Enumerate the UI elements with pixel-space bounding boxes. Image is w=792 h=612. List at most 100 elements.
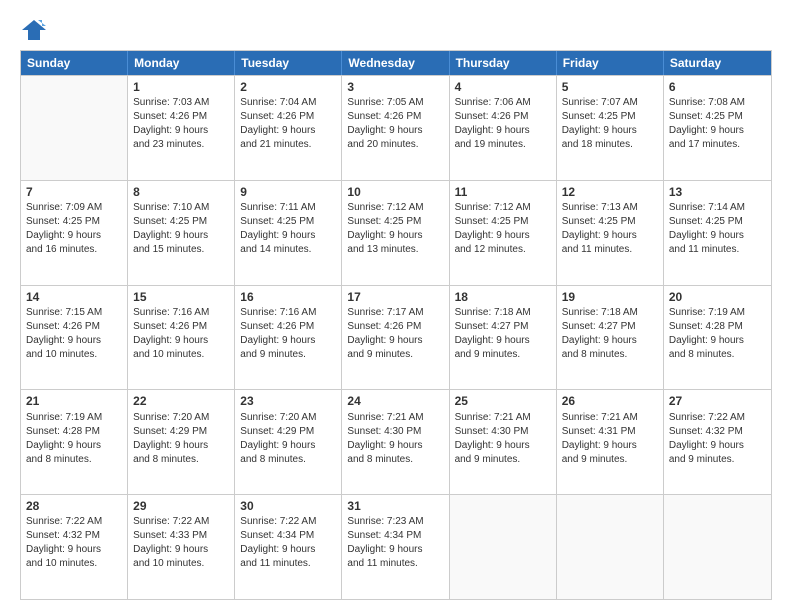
day-info: Sunrise: 7:21 AMSunset: 4:30 PMDaylight:… (347, 411, 443, 467)
day-cell-21: 21Sunrise: 7:19 AMSunset: 4:28 PMDayligh… (21, 390, 128, 494)
day-cell-12: 12Sunrise: 7:13 AMSunset: 4:25 PMDayligh… (557, 181, 664, 285)
day-number: 14 (26, 289, 122, 305)
calendar-header-row: SundayMondayTuesdayWednesdayThursdayFrid… (21, 51, 771, 75)
day-cell-14: 14Sunrise: 7:15 AMSunset: 4:26 PMDayligh… (21, 286, 128, 390)
day-info: Sunrise: 7:15 AMSunset: 4:26 PMDaylight:… (26, 306, 122, 362)
day-cell-29: 29Sunrise: 7:22 AMSunset: 4:33 PMDayligh… (128, 495, 235, 599)
day-cell-5: 5Sunrise: 7:07 AMSunset: 4:25 PMDaylight… (557, 76, 664, 180)
day-info: Sunrise: 7:16 AMSunset: 4:26 PMDaylight:… (240, 306, 336, 362)
day-number: 28 (26, 498, 122, 514)
day-cell-27: 27 Sunrise: 7:22 AMSunset: 4:32 PMDayligh… (664, 390, 771, 494)
day-info: Sunrise: 7:12 AMSunset: 4:25 PMDaylight:… (347, 201, 443, 257)
day-number: 24 (347, 393, 443, 409)
day-number: 10 (347, 184, 443, 200)
day-info: Sunrise: 7:22 AMSunset: 4:32 PMDaylight:… (26, 515, 122, 571)
day-cell-24: 24 Sunrise: 7:21 AMSunset: 4:30 PMDayligh… (342, 390, 449, 494)
day-cell-26: 26 Sunrise: 7:21 AMSunset: 4:31 PMDayligh… (557, 390, 664, 494)
week-row-5: 28Sunrise: 7:22 AMSunset: 4:32 PMDayligh… (21, 494, 771, 599)
page: SundayMondayTuesdayWednesdayThursdayFrid… (0, 0, 792, 612)
day-number: 22 (133, 393, 229, 409)
day-number: 26 (562, 393, 658, 409)
day-number: 8 (133, 184, 229, 200)
day-cell-28: 28Sunrise: 7:22 AMSunset: 4:32 PMDayligh… (21, 495, 128, 599)
day-cell-13: 13Sunrise: 7:14 AMSunset: 4:25 PMDayligh… (664, 181, 771, 285)
empty-cell (557, 495, 664, 599)
day-cell-9: 9Sunrise: 7:11 AMSunset: 4:25 PMDaylight… (235, 181, 342, 285)
day-number: 19 (562, 289, 658, 305)
day-number: 2 (240, 79, 336, 95)
day-cell-30: 30Sunrise: 7:22 AMSunset: 4:34 PMDayligh… (235, 495, 342, 599)
day-info: Sunrise: 7:17 AMSunset: 4:26 PMDaylight:… (347, 306, 443, 362)
day-info: Sunrise: 7:23 AMSunset: 4:34 PMDaylight:… (347, 515, 443, 571)
day-info: Sunrise: 7:20 AMSunset: 4:29 PMDaylight:… (240, 411, 336, 467)
day-number: 13 (669, 184, 766, 200)
header-cell-monday: Monday (128, 51, 235, 75)
day-number: 17 (347, 289, 443, 305)
day-info: Sunrise: 7:09 AMSunset: 4:25 PMDaylight:… (26, 201, 122, 257)
day-number: 11 (455, 184, 551, 200)
empty-cell (450, 495, 557, 599)
day-cell-8: 8Sunrise: 7:10 AMSunset: 4:25 PMDaylight… (128, 181, 235, 285)
day-cell-15: 15Sunrise: 7:16 AMSunset: 4:26 PMDayligh… (128, 286, 235, 390)
calendar-body: 1Sunrise: 7:03 AMSunset: 4:26 PMDaylight… (21, 75, 771, 599)
day-cell-16: 16Sunrise: 7:16 AMSunset: 4:26 PMDayligh… (235, 286, 342, 390)
day-cell-19: 19Sunrise: 7:18 AMSunset: 4:27 PMDayligh… (557, 286, 664, 390)
day-info: Sunrise: 7:13 AMSunset: 4:25 PMDaylight:… (562, 201, 658, 257)
day-cell-17: 17Sunrise: 7:17 AMSunset: 4:26 PMDayligh… (342, 286, 449, 390)
empty-cell (21, 76, 128, 180)
week-row-3: 14Sunrise: 7:15 AMSunset: 4:26 PMDayligh… (21, 285, 771, 390)
header (20, 16, 772, 44)
day-info: Sunrise: 7:07 AMSunset: 4:25 PMDaylight:… (562, 96, 658, 152)
day-cell-2: 2Sunrise: 7:04 AMSunset: 4:26 PMDaylight… (235, 76, 342, 180)
day-number: 20 (669, 289, 766, 305)
day-number: 31 (347, 498, 443, 514)
day-info: Sunrise: 7:12 AMSunset: 4:25 PMDaylight:… (455, 201, 551, 257)
day-number: 21 (26, 393, 122, 409)
week-row-1: 1Sunrise: 7:03 AMSunset: 4:26 PMDaylight… (21, 75, 771, 180)
day-number: 3 (347, 79, 443, 95)
day-info: Sunrise: 7:22 AMSunset: 4:32 PMDaylight:… (669, 411, 766, 467)
week-row-4: 21Sunrise: 7:19 AMSunset: 4:28 PMDayligh… (21, 389, 771, 494)
day-info: Sunrise: 7:22 AMSunset: 4:34 PMDaylight:… (240, 515, 336, 571)
day-number: 4 (455, 79, 551, 95)
day-info: Sunrise: 7:21 AMSunset: 4:30 PMDaylight:… (455, 411, 551, 467)
day-number: 6 (669, 79, 766, 95)
day-cell-4: 4Sunrise: 7:06 AMSunset: 4:26 PMDaylight… (450, 76, 557, 180)
header-cell-friday: Friday (557, 51, 664, 75)
header-cell-wednesday: Wednesday (342, 51, 449, 75)
day-number: 1 (133, 79, 229, 95)
header-cell-tuesday: Tuesday (235, 51, 342, 75)
day-info: Sunrise: 7:04 AMSunset: 4:26 PMDaylight:… (240, 96, 336, 152)
day-info: Sunrise: 7:08 AMSunset: 4:25 PMDaylight:… (669, 96, 766, 152)
day-number: 5 (562, 79, 658, 95)
day-cell-31: 31Sunrise: 7:23 AMSunset: 4:34 PMDayligh… (342, 495, 449, 599)
day-cell-25: 25Sunrise: 7:21 AMSunset: 4:30 PMDayligh… (450, 390, 557, 494)
day-number: 23 (240, 393, 336, 409)
day-number: 16 (240, 289, 336, 305)
header-cell-sunday: Sunday (21, 51, 128, 75)
day-cell-23: 23 Sunrise: 7:20 AMSunset: 4:29 PMDayligh… (235, 390, 342, 494)
day-info: Sunrise: 7:22 AMSunset: 4:33 PMDaylight:… (133, 515, 229, 571)
day-info: Sunrise: 7:21 AMSunset: 4:31 PMDaylight:… (562, 411, 658, 467)
day-cell-20: 20Sunrise: 7:19 AMSunset: 4:28 PMDayligh… (664, 286, 771, 390)
day-info: Sunrise: 7:16 AMSunset: 4:26 PMDaylight:… (133, 306, 229, 362)
day-info: Sunrise: 7:14 AMSunset: 4:25 PMDaylight:… (669, 201, 766, 257)
day-info: Sunrise: 7:03 AMSunset: 4:26 PMDaylight:… (133, 96, 229, 152)
day-info: Sunrise: 7:20 AMSunset: 4:29 PMDaylight:… (133, 411, 229, 467)
day-number: 9 (240, 184, 336, 200)
day-cell-11: 11Sunrise: 7:12 AMSunset: 4:25 PMDayligh… (450, 181, 557, 285)
day-info: Sunrise: 7:19 AMSunset: 4:28 PMDaylight:… (669, 306, 766, 362)
day-number: 15 (133, 289, 229, 305)
week-row-2: 7Sunrise: 7:09 AMSunset: 4:25 PMDaylight… (21, 180, 771, 285)
day-number: 7 (26, 184, 122, 200)
header-cell-thursday: Thursday (450, 51, 557, 75)
day-number: 30 (240, 498, 336, 514)
day-info: Sunrise: 7:05 AMSunset: 4:26 PMDaylight:… (347, 96, 443, 152)
day-number: 27 (669, 393, 766, 409)
logo-icon (20, 16, 48, 44)
day-cell-6: 6Sunrise: 7:08 AMSunset: 4:25 PMDaylight… (664, 76, 771, 180)
logo (20, 16, 52, 44)
day-info: Sunrise: 7:11 AMSunset: 4:25 PMDaylight:… (240, 201, 336, 257)
day-cell-10: 10Sunrise: 7:12 AMSunset: 4:25 PMDayligh… (342, 181, 449, 285)
day-info: Sunrise: 7:10 AMSunset: 4:25 PMDaylight:… (133, 201, 229, 257)
